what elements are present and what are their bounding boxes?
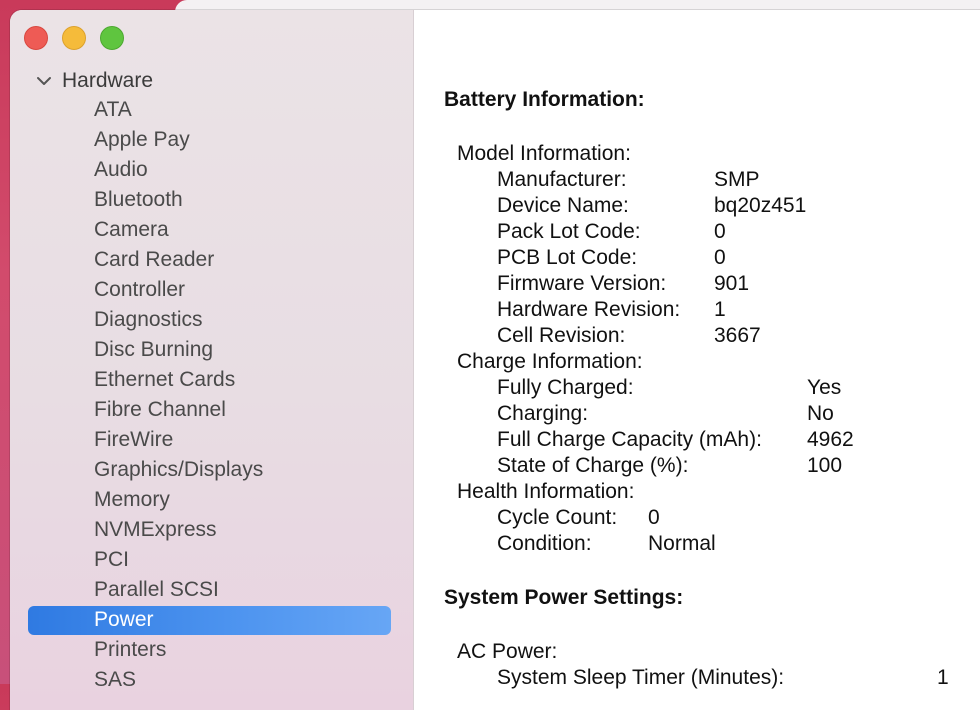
info-value: 1 bbox=[714, 298, 726, 321]
sidebar-item-firewire[interactable]: FireWire bbox=[10, 425, 413, 455]
info-label: Device Name: bbox=[497, 194, 629, 217]
info-row: Fully Charged: Yes bbox=[497, 375, 980, 401]
info-row: Full Charge Capacity (mAh): 4962 bbox=[497, 427, 980, 453]
info-value: Yes bbox=[807, 376, 842, 399]
info-label: Fully Charged: bbox=[497, 376, 634, 399]
chevron-down-icon[interactable] bbox=[34, 71, 54, 91]
info-label: Pack Lot Code: bbox=[497, 220, 641, 243]
info-value: 0 bbox=[714, 246, 726, 269]
details-pane: Battery Information: Model Information: … bbox=[414, 10, 980, 710]
info-value: 0 bbox=[648, 506, 660, 529]
sidebar-item-memory[interactable]: Memory bbox=[10, 485, 413, 515]
sidebar-item-label: Apple Pay bbox=[94, 128, 190, 151]
sidebar-item-parallel-scsi[interactable]: Parallel SCSI bbox=[10, 575, 413, 605]
sidebar-list: ATA Apple Pay Audio Bluetooth Camera Card Rea… bbox=[10, 95, 413, 695]
sidebar-item-controller[interactable]: Controller bbox=[10, 275, 413, 305]
health-information-header: Health Information: bbox=[457, 480, 635, 503]
sidebar-item-audio[interactable]: Audio bbox=[10, 155, 413, 185]
info-row: Cell Revision: 3667 bbox=[497, 323, 980, 349]
sidebar-item-label: Printers bbox=[94, 638, 167, 661]
info-value: Normal bbox=[648, 532, 716, 555]
sidebar-item-label: Disc Burning bbox=[94, 338, 214, 361]
info-row: Pack Lot Code: 0 bbox=[497, 219, 980, 245]
info-row: Charging: No bbox=[497, 401, 980, 427]
info-label: Hardware Revision: bbox=[497, 298, 681, 321]
sidebar: Hardware ATA Apple Pay Audio Bluetooth Camer… bbox=[10, 10, 414, 710]
system-information-window: Hardware ATA Apple Pay Audio Bluetooth Camer… bbox=[10, 10, 980, 710]
info-label: Manufacturer: bbox=[497, 168, 627, 191]
sidebar-item-label: Camera bbox=[94, 218, 169, 241]
sidebar-item-label: Ethernet Cards bbox=[94, 368, 236, 391]
sidebar-item-label: Diagnostics bbox=[94, 308, 203, 331]
sidebar-item-label: Controller bbox=[94, 278, 186, 301]
sidebar-item-apple-pay[interactable]: Apple Pay bbox=[10, 125, 413, 155]
sidebar-item-card-reader[interactable]: Card Reader bbox=[10, 245, 413, 275]
info-row: Firmware Version: 901 bbox=[497, 271, 980, 297]
info-value: 3667 bbox=[714, 324, 761, 347]
sidebar-item-printers[interactable]: Printers bbox=[10, 635, 413, 665]
info-row: Condition: Normal bbox=[497, 531, 980, 557]
sidebar-item-fibre-channel[interactable]: Fibre Channel bbox=[10, 395, 413, 425]
sidebar-item-disc-burning[interactable]: Disc Burning bbox=[10, 335, 413, 365]
sidebar-item-power[interactable]: Power bbox=[10, 605, 413, 635]
info-value: bq20z451 bbox=[714, 194, 807, 217]
info-value: 901 bbox=[714, 272, 750, 295]
sidebar-item-label: PCI bbox=[94, 548, 130, 571]
info-value: SMP bbox=[714, 168, 760, 191]
charge-information-header: Charge Information: bbox=[457, 350, 643, 373]
sidebar-item-graphics-displays[interactable]: Graphics/Displays bbox=[10, 455, 413, 485]
sidebar-item-label: Audio bbox=[94, 158, 148, 181]
info-label: Condition: bbox=[497, 532, 592, 555]
info-row: Cycle Count: 0 bbox=[497, 505, 980, 531]
info-row: Hardware Revision: 1 bbox=[497, 297, 980, 323]
sidebar-item-sas[interactable]: SAS bbox=[10, 665, 413, 695]
info-row: System Sleep Timer (Minutes): 1 bbox=[497, 665, 980, 691]
info-label: Cycle Count: bbox=[497, 506, 618, 529]
sidebar-item-camera[interactable]: Camera bbox=[10, 215, 413, 245]
ac-power-header: AC Power: bbox=[457, 640, 558, 663]
info-label: PCB Lot Code: bbox=[497, 246, 638, 269]
info-label: Firmware Version: bbox=[497, 272, 667, 295]
sidebar-item-label: Graphics/Displays bbox=[94, 458, 264, 481]
info-row: Manufacturer: SMP bbox=[497, 167, 980, 193]
sidebar-item-label: Power bbox=[94, 608, 154, 631]
sidebar-item-label: Card Reader bbox=[94, 248, 215, 271]
info-row: Device Name: bq20z451 bbox=[497, 193, 980, 219]
sidebar-section-hardware[interactable]: Hardware bbox=[34, 67, 153, 95]
info-row: State of Charge (%): 100 bbox=[497, 453, 980, 479]
info-label: Charging: bbox=[497, 402, 589, 425]
minimize-button[interactable] bbox=[62, 26, 86, 50]
sidebar-item-label: Parallel SCSI bbox=[94, 578, 219, 601]
info-value: No bbox=[807, 402, 834, 425]
sidebar-item-label: SAS bbox=[94, 668, 137, 691]
info-label: Full Charge Capacity (mAh): bbox=[497, 428, 762, 451]
info-value: 4962 bbox=[807, 428, 854, 451]
sidebar-item-ata[interactable]: ATA bbox=[10, 95, 413, 125]
sidebar-item-bluetooth[interactable]: Bluetooth bbox=[10, 185, 413, 215]
close-button[interactable] bbox=[24, 26, 48, 50]
sidebar-item-label: FireWire bbox=[94, 428, 174, 451]
sidebar-item-label: NVMExpress bbox=[94, 518, 217, 541]
info-label: State of Charge (%): bbox=[497, 454, 689, 477]
info-value: 0 bbox=[714, 220, 726, 243]
sidebar-item-nvmexpress[interactable]: NVMExpress bbox=[10, 515, 413, 545]
info-value: 1 bbox=[937, 666, 949, 689]
sidebar-item-ethernet-cards[interactable]: Ethernet Cards bbox=[10, 365, 413, 395]
sidebar-item-label: Fibre Channel bbox=[94, 398, 226, 421]
sidebar-item-diagnostics[interactable]: Diagnostics bbox=[10, 305, 413, 335]
battery-information-heading: Battery Information: bbox=[444, 88, 645, 111]
sidebar-item-pci[interactable]: PCI bbox=[10, 545, 413, 575]
sidebar-section-label: Hardware bbox=[62, 69, 154, 92]
sidebar-item-label: ATA bbox=[94, 98, 132, 121]
system-power-settings-heading: System Power Settings: bbox=[444, 586, 684, 609]
info-label: System Sleep Timer (Minutes): bbox=[497, 666, 785, 689]
sidebar-item-label: Bluetooth bbox=[94, 188, 183, 211]
info-value: 100 bbox=[807, 454, 843, 477]
sidebar-item-label: Memory bbox=[94, 488, 170, 511]
info-label: Cell Revision: bbox=[497, 324, 626, 347]
model-information-header: Model Information: bbox=[457, 142, 631, 165]
zoom-button[interactable] bbox=[100, 26, 124, 50]
window-controls bbox=[24, 26, 124, 50]
info-row: PCB Lot Code: 0 bbox=[497, 245, 980, 271]
